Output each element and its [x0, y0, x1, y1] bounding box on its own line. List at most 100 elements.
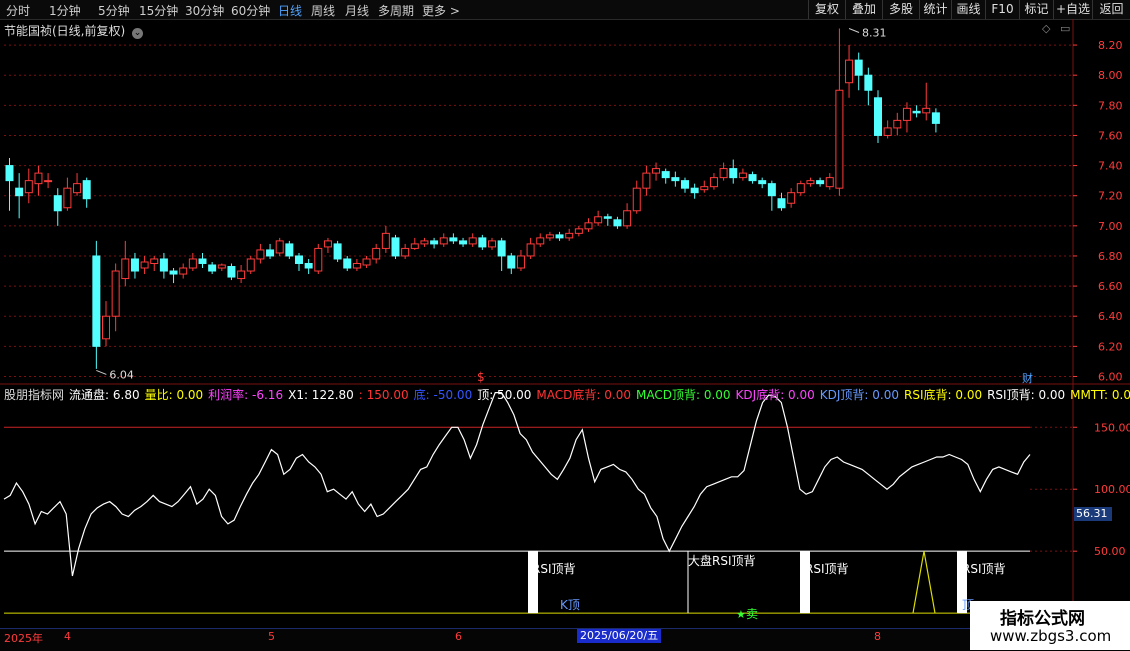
selected-date: 2025/06/20/五: [577, 629, 662, 643]
candle-body: [623, 210, 632, 227]
candle-body: [787, 192, 796, 204]
indicator-header: 股朋指标网 流通盘: 6.80 量比: 0.00 利润率: -6.16 X1: 122.…: [4, 386, 1130, 403]
candle-body: [854, 59, 863, 76]
candle-body: [777, 198, 786, 209]
candle-body: [121, 258, 130, 280]
candle-body: [700, 186, 709, 191]
indicator-item: X1: 122.80: [288, 388, 354, 402]
candle-body: [565, 232, 574, 239]
price-tick-label: 7.00: [1098, 220, 1123, 233]
indicator-item: : 150.00: [358, 388, 409, 402]
candle-body: [526, 243, 535, 257]
indicator-item: RSI顶背: 0.00: [987, 388, 1066, 402]
dividend-marker[interactable]: $: [477, 370, 485, 384]
candle-body: [179, 267, 188, 275]
candle-body: [748, 174, 757, 182]
candle-body: [410, 243, 419, 249]
candle-body: [825, 177, 834, 188]
candle-body: [922, 107, 931, 114]
indicator-item: 利润率: -6.16: [208, 388, 284, 402]
candle-body: [459, 240, 468, 245]
indicator-item: RSI底背: 0.00: [904, 388, 983, 402]
candle-body: [497, 240, 506, 257]
candle-body: [391, 237, 400, 257]
candle-body: [401, 247, 410, 257]
high-pointer: [848, 28, 860, 33]
price-tick-label: 6.60: [1098, 280, 1123, 293]
current-value-badge: 56.31: [1074, 507, 1112, 521]
candle-body: [449, 237, 458, 242]
indicator-item: 量比: 0.00: [144, 388, 204, 402]
date-month-4: 4: [64, 630, 71, 643]
indicator-name[interactable]: 股朋指标网: [4, 388, 64, 402]
candle-body: [73, 183, 82, 194]
indicator-item: KDJ底背: 0.00: [735, 388, 815, 402]
candle-body: [507, 255, 516, 269]
candle-body: [478, 237, 487, 248]
candle-body: [931, 112, 940, 124]
indicator-item: MACD顶背: 0.00: [635, 388, 731, 402]
signal-label: RSI顶背: [805, 562, 849, 576]
price-tick-label: 6.00: [1098, 370, 1123, 383]
candle-body: [295, 255, 303, 264]
watermark: 指标公式网 www.zbgs3.com: [970, 601, 1130, 650]
candle-body: [140, 261, 149, 269]
candle-body: [594, 216, 603, 224]
signal-label: K顶: [560, 598, 580, 612]
finance-marker[interactable]: 财: [1022, 370, 1036, 385]
date-month-8: 8: [874, 630, 881, 643]
candle-body: [362, 258, 371, 266]
candle-body: [343, 258, 352, 269]
date-month-5: 5: [268, 630, 275, 643]
signal-label: 卖: [746, 607, 758, 621]
candle-body: [15, 187, 24, 197]
candlestick-chart[interactable]: 8.20 8.00 7.80 7.60 7.40 7.20 7.00 6.80 6.60 6.40…: [0, 0, 1130, 650]
candle-body: [488, 240, 496, 248]
candle-body: [237, 270, 246, 280]
ind-tick-label: 50.00: [1094, 545, 1126, 558]
candle-body: [690, 187, 699, 194]
candle-body: [642, 172, 651, 189]
candle-body: [333, 243, 342, 260]
candle-body: [381, 232, 390, 249]
candle-body: [536, 237, 545, 245]
candle-body: [574, 228, 583, 234]
high-label: 8.31: [862, 26, 887, 39]
indicator-item: 流通盘: 6.80: [69, 388, 140, 402]
x1-line: [3, 392, 1031, 577]
price-tick-label: 6.40: [1098, 310, 1123, 323]
candle-body: [516, 255, 525, 269]
watermark-url: www.zbgs3.com: [990, 627, 1112, 645]
indicator-item: 顶: 50.00: [477, 388, 532, 402]
candle-body: [34, 172, 43, 185]
candle-body: [661, 171, 670, 179]
candle-body: [613, 219, 622, 227]
candle-body: [681, 180, 689, 189]
candle-body: [652, 168, 661, 174]
ind-tick-label: 150.00: [1094, 421, 1130, 434]
price-tick-label: 7.20: [1098, 190, 1123, 203]
candle-body: [709, 177, 718, 188]
candle-body: [188, 258, 197, 269]
price-tick-label: 8.20: [1098, 39, 1123, 52]
price-tick-label: 7.60: [1098, 129, 1123, 142]
candle-body: [545, 234, 554, 239]
price-tick-label: 6.80: [1098, 250, 1123, 263]
indicator-item: MACD底背: 0.00: [536, 388, 631, 402]
mmtt-spike: [912, 551, 936, 614]
candle-body: [198, 258, 207, 264]
candle-body: [304, 262, 313, 269]
candle-body: [372, 247, 381, 260]
candle-body: [738, 172, 747, 179]
candle-body: [217, 264, 226, 269]
candle-body: [92, 255, 101, 347]
candle-body: [63, 187, 72, 209]
candle-body: [603, 216, 612, 219]
indicator-item: 底: -50.00: [413, 388, 473, 402]
candle-body: [883, 127, 892, 136]
candle-body: [796, 183, 805, 194]
candle-body: [835, 89, 844, 189]
candle-body: [671, 177, 680, 182]
price-tick-label: 7.80: [1098, 99, 1123, 112]
candle-body: [314, 247, 323, 272]
